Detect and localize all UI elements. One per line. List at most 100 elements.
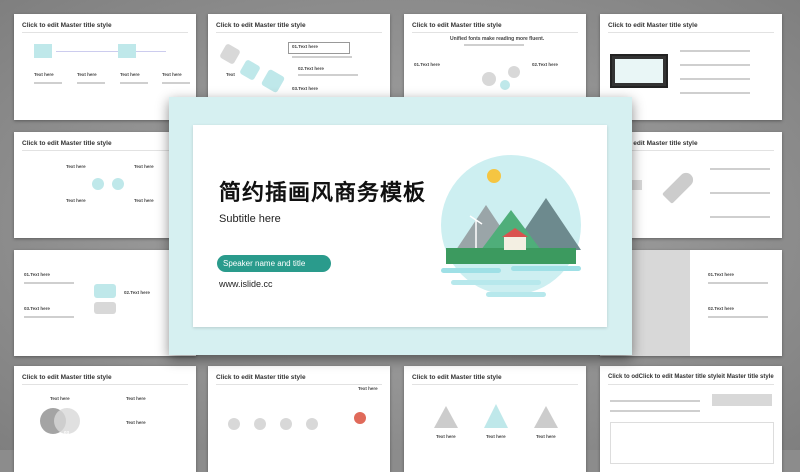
- gray-block: [712, 394, 772, 406]
- thumb-title: Click to edit Master title style: [216, 22, 306, 29]
- step-circle: [306, 418, 318, 430]
- text-line: [162, 82, 190, 84]
- text-line: [77, 82, 105, 84]
- node-circle: [112, 178, 124, 190]
- thumb-title: Click to odClick to edit Master title st…: [608, 374, 774, 380]
- step-circle: [254, 418, 266, 430]
- text-line: [464, 44, 524, 46]
- thumb-title: Click to edit Master title style: [412, 374, 502, 381]
- slide-thumbnail-9[interactable]: Click to edit Master title style Text he…: [14, 366, 196, 472]
- node-circle: [482, 72, 496, 86]
- main-slide[interactable]: 简约插画风商务模板 Subtitle here Speaker name and…: [169, 97, 632, 355]
- rocket-icon: [662, 170, 696, 204]
- delivery-icon: [354, 412, 366, 424]
- title-rule: [412, 32, 578, 33]
- label: Text here: [77, 72, 97, 77]
- thumb-title: Click to edit Master title style: [608, 22, 698, 29]
- label: Text here: [120, 72, 140, 77]
- label: 01.Text here: [24, 272, 50, 277]
- connector-line: [56, 51, 166, 52]
- title-rule: [22, 150, 188, 151]
- speaker-pill: Speaker name and title: [217, 255, 331, 272]
- label: Text here: [126, 396, 146, 401]
- label: Text here: [358, 386, 378, 391]
- monitor-screen: [615, 59, 663, 83]
- thumb-title: Click to edit Master title style: [22, 22, 112, 29]
- text-line: [24, 316, 74, 318]
- label: Text here: [66, 198, 86, 203]
- label: Text here: [486, 434, 506, 439]
- mountain-icon: [534, 406, 558, 428]
- label: Text here: [162, 72, 182, 77]
- title-rule: [608, 150, 774, 151]
- monitor-image: [610, 54, 668, 88]
- icon-tile: [118, 44, 136, 58]
- bulb-segment: [94, 284, 116, 298]
- thumb-title: Click to edit Master title style: [22, 374, 112, 381]
- title-rule: [608, 384, 774, 385]
- step-circle: [280, 418, 292, 430]
- slide-thumbnail-11[interactable]: Click to edit Master title style Text he…: [404, 366, 586, 472]
- title-rule: [412, 384, 578, 385]
- text-line: [680, 64, 750, 66]
- label: Text here: [134, 198, 154, 203]
- sun-icon: [487, 169, 501, 183]
- node-circle: [500, 80, 510, 90]
- title-rule: [216, 384, 382, 385]
- house: [504, 236, 526, 250]
- label: 03.Text here: [24, 306, 50, 311]
- label: 02.Text here: [532, 62, 558, 67]
- hex-shape: [260, 68, 286, 94]
- slide-subtitle: Subtitle here: [219, 213, 281, 225]
- icon-tile: [34, 44, 52, 58]
- label: 02.Text here: [298, 66, 324, 71]
- label: Text here: [34, 72, 54, 77]
- mountain-icon: [434, 406, 458, 428]
- label: 01.Text here: [292, 44, 318, 49]
- text-line: [708, 316, 768, 318]
- title-rule: [22, 32, 188, 33]
- headline: Unified fonts make reading more fluent.: [450, 36, 545, 42]
- slide-thumbnail-12[interactable]: Click to odClick to edit Master title st…: [600, 366, 782, 472]
- thumb-title: Click to edit Master title style: [216, 374, 306, 381]
- label: Text here: [436, 434, 456, 439]
- text-line: [610, 400, 700, 402]
- label: 02.Text here: [708, 306, 734, 311]
- label: 01.Text here: [708, 272, 734, 277]
- label: Text here: [536, 434, 556, 439]
- mountain-icon: [484, 404, 508, 428]
- grass-strip: [446, 248, 576, 264]
- thumb-title: Click to edit Master title style: [22, 140, 112, 147]
- website-url: www.islide.cc: [219, 279, 273, 289]
- label: 03: [64, 430, 70, 435]
- title-rule: [22, 384, 188, 385]
- water-wave: [486, 292, 546, 297]
- label: Text here: [126, 420, 146, 425]
- title-card: 简约插画风商务模板 Subtitle here Speaker name and…: [193, 125, 607, 327]
- water-wave: [451, 280, 541, 285]
- hex-shape: [239, 59, 261, 81]
- label: 03.Text here: [292, 86, 318, 91]
- text-line: [24, 282, 74, 284]
- water-wave: [441, 268, 501, 273]
- label: Text: [226, 72, 235, 77]
- label: 01.Text here: [414, 62, 440, 67]
- label: Text here: [134, 164, 154, 169]
- slide-thumbnail-10[interactable]: Click to edit Master title style Text he…: [208, 366, 390, 472]
- text-line: [34, 82, 62, 84]
- text-line: [680, 92, 750, 94]
- text-line: [680, 50, 750, 52]
- table-box: [610, 422, 774, 464]
- hex-shape: [219, 43, 241, 65]
- bulb-segment: [94, 302, 116, 314]
- node-circle: [92, 178, 104, 190]
- text-line: [710, 192, 770, 194]
- text-line: [710, 168, 770, 170]
- label: 02.Text here: [124, 290, 150, 295]
- text-line: [610, 410, 700, 412]
- text-line: [298, 74, 358, 76]
- label: Text here: [66, 164, 86, 169]
- node-circle: [508, 66, 520, 78]
- label: Text here: [50, 396, 70, 401]
- title-rule: [608, 32, 774, 33]
